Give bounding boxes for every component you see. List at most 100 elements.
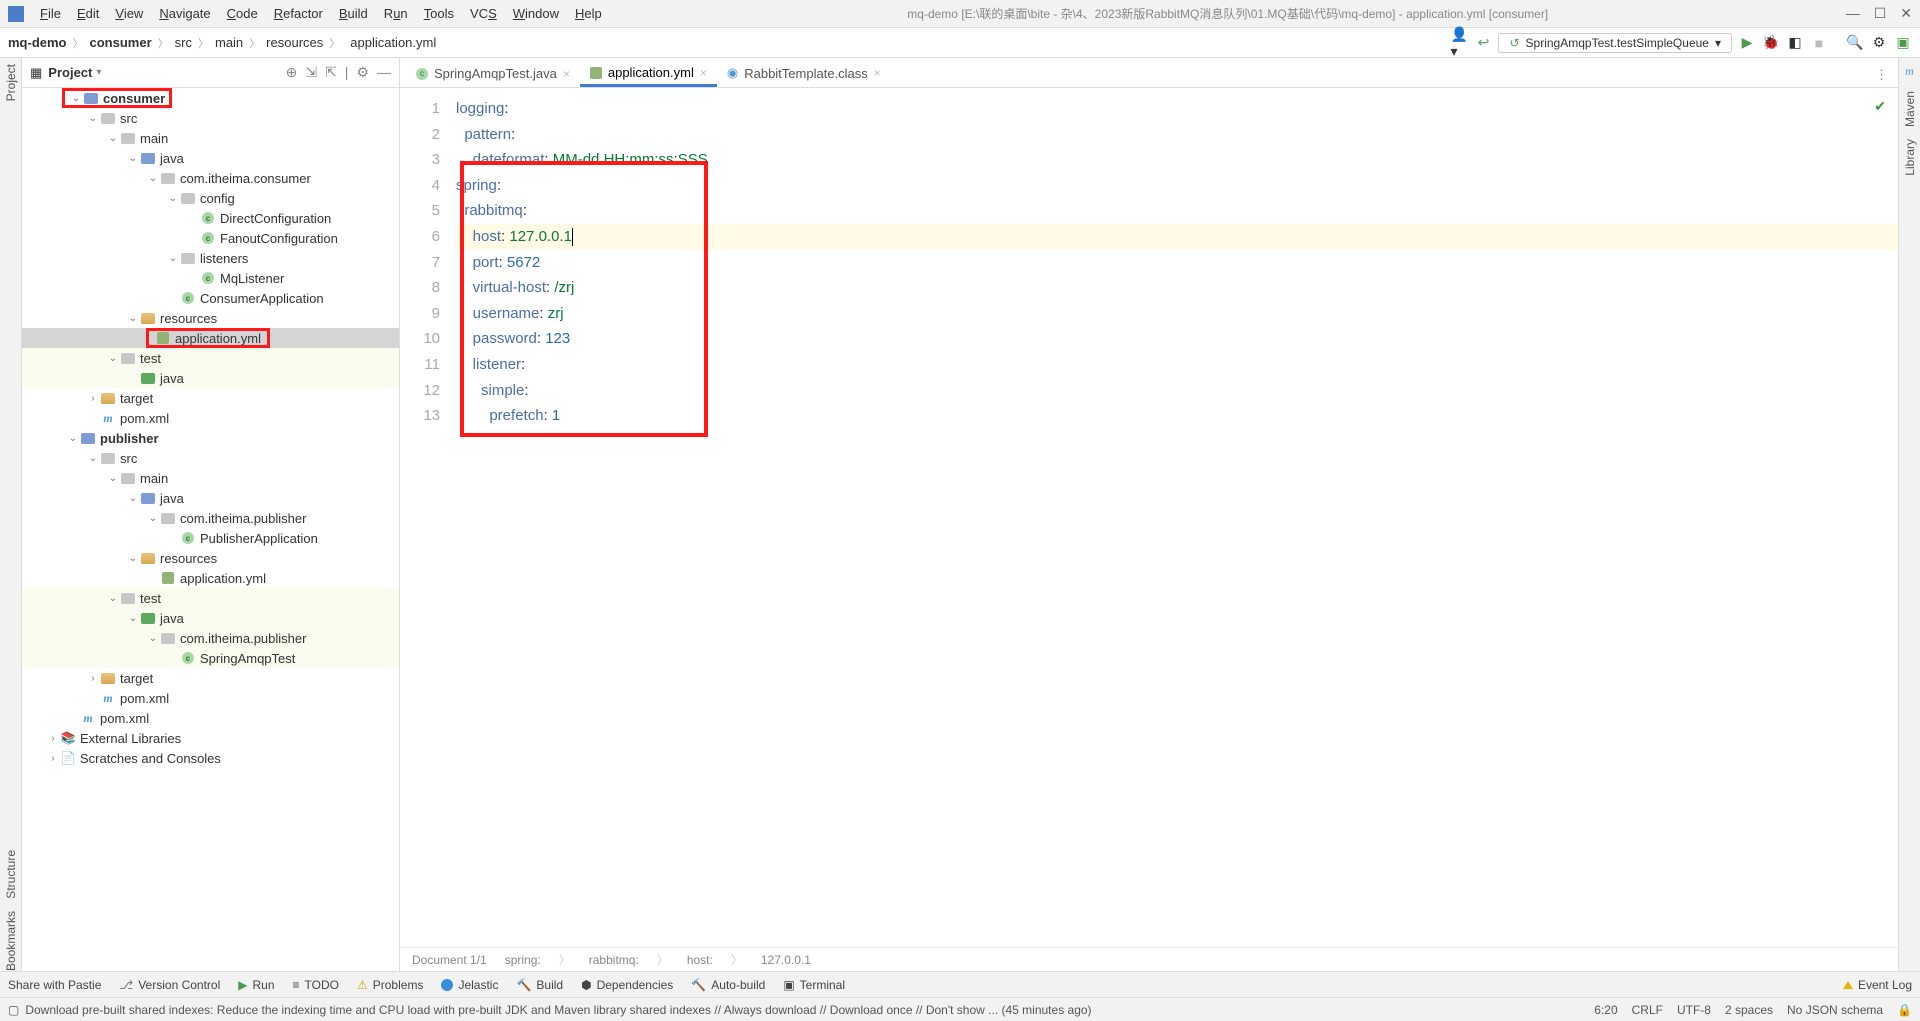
tool-dependencies[interactable]: ⬢Dependencies bbox=[581, 978, 673, 992]
tree-node[interactable]: test bbox=[140, 351, 161, 366]
coverage-icon[interactable]: ◧ bbox=[1786, 34, 1804, 52]
tool-run[interactable]: ▶Run bbox=[238, 978, 274, 992]
tree-node-application-yml[interactable]: application.yml bbox=[175, 331, 261, 346]
tree-arrow-icon[interactable]: ⌄ bbox=[126, 613, 140, 624]
tree-arrow-icon[interactable]: ⌄ bbox=[126, 493, 140, 504]
search-icon[interactable]: 🔍 bbox=[1846, 34, 1864, 52]
tree-node[interactable]: java bbox=[160, 151, 184, 166]
tree-node[interactable]: com.itheima.publisher bbox=[180, 631, 306, 646]
tree-node[interactable]: FanoutConfiguration bbox=[220, 231, 338, 246]
rail-bookmarks[interactable]: Bookmarks bbox=[4, 911, 18, 971]
status-line-sep[interactable]: CRLF bbox=[1632, 1003, 1663, 1017]
tree-arrow-icon[interactable]: ⌄ bbox=[69, 93, 83, 104]
status-caret-pos[interactable]: 6:20 bbox=[1594, 1003, 1617, 1017]
tree-arrow-icon[interactable]: ⌄ bbox=[146, 633, 160, 644]
breadcrumb-item[interactable]: mq-demo bbox=[8, 35, 67, 50]
tree-arrow-icon[interactable]: › bbox=[86, 673, 100, 684]
tool-todo[interactable]: ≡TODO bbox=[293, 978, 339, 992]
tree-node[interactable]: com.itheima.publisher bbox=[180, 511, 306, 526]
menu-vcs[interactable]: VCS bbox=[462, 4, 505, 23]
maximize-icon[interactable]: ☐ bbox=[1874, 5, 1887, 22]
menu-window[interactable]: Window bbox=[505, 4, 567, 23]
tree-node[interactable]: MqListener bbox=[220, 271, 284, 286]
project-panel-title[interactable]: Project bbox=[48, 65, 92, 80]
gear-icon[interactable]: ⚙ bbox=[1870, 34, 1888, 52]
status-encoding[interactable]: UTF-8 bbox=[1677, 1003, 1711, 1017]
tree-node[interactable]: pom.xml bbox=[100, 711, 149, 726]
tree-node[interactable]: test bbox=[140, 591, 161, 606]
tree-arrow-icon[interactable]: ⌄ bbox=[106, 473, 120, 484]
tree-node[interactable]: target bbox=[120, 671, 153, 686]
rail-structure[interactable]: Structure bbox=[4, 850, 18, 899]
code-content[interactable]: logging: pattern: dateformat: MM-dd HH:m… bbox=[456, 88, 1898, 947]
tool-autobuild[interactable]: 🔨Auto-build bbox=[691, 978, 765, 992]
more-icon[interactable]: ▣ bbox=[1894, 34, 1912, 52]
tool-terminal[interactable]: ▣Terminal bbox=[783, 978, 845, 992]
run-config-combo[interactable]: ↺ SpringAmqpTest.testSimpleQueue ▾ bbox=[1498, 33, 1732, 53]
minimize-icon[interactable]: — bbox=[1846, 5, 1860, 22]
tree-arrow-icon[interactable]: ⌄ bbox=[146, 173, 160, 184]
status-box-icon[interactable]: ▢ bbox=[8, 1003, 19, 1017]
tree-node[interactable]: config bbox=[200, 191, 235, 206]
tool-build[interactable]: 🔨Build bbox=[516, 978, 563, 992]
close-icon[interactable]: × bbox=[563, 67, 570, 81]
tree-node[interactable]: com.itheima.consumer bbox=[180, 171, 311, 186]
editor-body[interactable]: 123 456 789 101112 13 logging: pattern: … bbox=[400, 88, 1898, 947]
close-icon[interactable]: × bbox=[700, 66, 707, 80]
tree-arrow-icon[interactable]: ⌄ bbox=[106, 133, 120, 144]
hide-icon[interactable]: — bbox=[377, 64, 391, 81]
tree-node[interactable]: target bbox=[120, 391, 153, 406]
tool-share[interactable]: Share with Pastie bbox=[8, 978, 101, 992]
tree-node[interactable]: pom.xml bbox=[120, 411, 169, 426]
lock-icon[interactable]: 🔒 bbox=[1897, 1003, 1912, 1017]
tree-node[interactable]: DirectConfiguration bbox=[220, 211, 331, 226]
tree-arrow-icon[interactable]: › bbox=[86, 393, 100, 404]
tree-node[interactable]: main bbox=[140, 131, 168, 146]
tree-arrow-icon[interactable]: ⌄ bbox=[126, 313, 140, 324]
menu-run[interactable]: Run bbox=[376, 4, 416, 23]
status-schema[interactable]: No JSON schema bbox=[1787, 1003, 1883, 1017]
tree-arrow-icon[interactable]: ⌄ bbox=[86, 113, 100, 124]
breadcrumb-item[interactable]: resources bbox=[266, 35, 323, 50]
back-arrow-icon[interactable]: ↩ bbox=[1474, 34, 1492, 52]
tree-arrow-icon[interactable]: ⌄ bbox=[146, 513, 160, 524]
select-opened-icon[interactable]: ⊕ bbox=[286, 64, 298, 81]
more-tabs-icon[interactable]: ⋮ bbox=[1865, 63, 1898, 87]
tree-arrow-icon[interactable]: ⌄ bbox=[166, 193, 180, 204]
tree-node[interactable]: pom.xml bbox=[120, 691, 169, 706]
chevron-down-icon[interactable]: ▾ bbox=[96, 67, 101, 78]
tree-node[interactable]: External Libraries bbox=[80, 731, 181, 746]
tree-arrow-icon[interactable]: ⌄ bbox=[86, 453, 100, 464]
menu-navigate[interactable]: Navigate bbox=[151, 4, 218, 23]
tree-arrow-icon[interactable]: ⌄ bbox=[66, 433, 80, 444]
tree-arrow-icon[interactable]: › bbox=[46, 733, 60, 744]
close-icon[interactable]: ✕ bbox=[1900, 5, 1912, 22]
gear-icon[interactable]: ⚙ bbox=[356, 64, 369, 81]
tab-springamqptest[interactable]: cSpringAmqpTest.java× bbox=[406, 62, 580, 87]
menu-tools[interactable]: Tools bbox=[416, 4, 462, 23]
project-tree[interactable]: ⌄ consumer ⌄src ⌄main ⌄java ⌄com.itheima… bbox=[22, 88, 399, 971]
close-icon[interactable]: × bbox=[874, 66, 881, 80]
breadcrumb-item[interactable]: src bbox=[175, 35, 192, 50]
debug-icon[interactable]: 🐞 bbox=[1762, 34, 1780, 52]
menu-view[interactable]: View bbox=[107, 4, 151, 23]
tab-rabbittemplate[interactable]: ◉RabbitTemplate.class× bbox=[717, 61, 891, 87]
collapse-icon[interactable]: ⇱ bbox=[325, 64, 337, 81]
expand-icon[interactable]: ⇲ bbox=[305, 64, 317, 81]
tree-arrow-icon[interactable]: ⌄ bbox=[106, 593, 120, 604]
tree-node[interactable]: Scratches and Consoles bbox=[80, 751, 221, 766]
rail-project[interactable]: Project bbox=[4, 64, 18, 101]
tree-node-consumer[interactable]: consumer bbox=[103, 91, 165, 106]
tree-node[interactable]: ConsumerApplication bbox=[200, 291, 324, 306]
menu-build[interactable]: Build bbox=[331, 4, 376, 23]
menu-file[interactable]: File bbox=[32, 4, 69, 23]
tree-node-publisher[interactable]: publisher bbox=[100, 431, 159, 446]
maven-icon[interactable]: m bbox=[1905, 64, 1914, 79]
rail-maven[interactable]: Maven bbox=[1903, 91, 1917, 127]
tree-arrow-icon[interactable]: ⌄ bbox=[106, 353, 120, 364]
status-indent[interactable]: 2 spaces bbox=[1725, 1003, 1773, 1017]
tree-node[interactable]: resources bbox=[160, 311, 217, 326]
breadcrumb-item[interactable]: main bbox=[215, 35, 243, 50]
tree-node[interactable]: application.yml bbox=[180, 571, 266, 586]
tree-node[interactable]: java bbox=[160, 491, 184, 506]
